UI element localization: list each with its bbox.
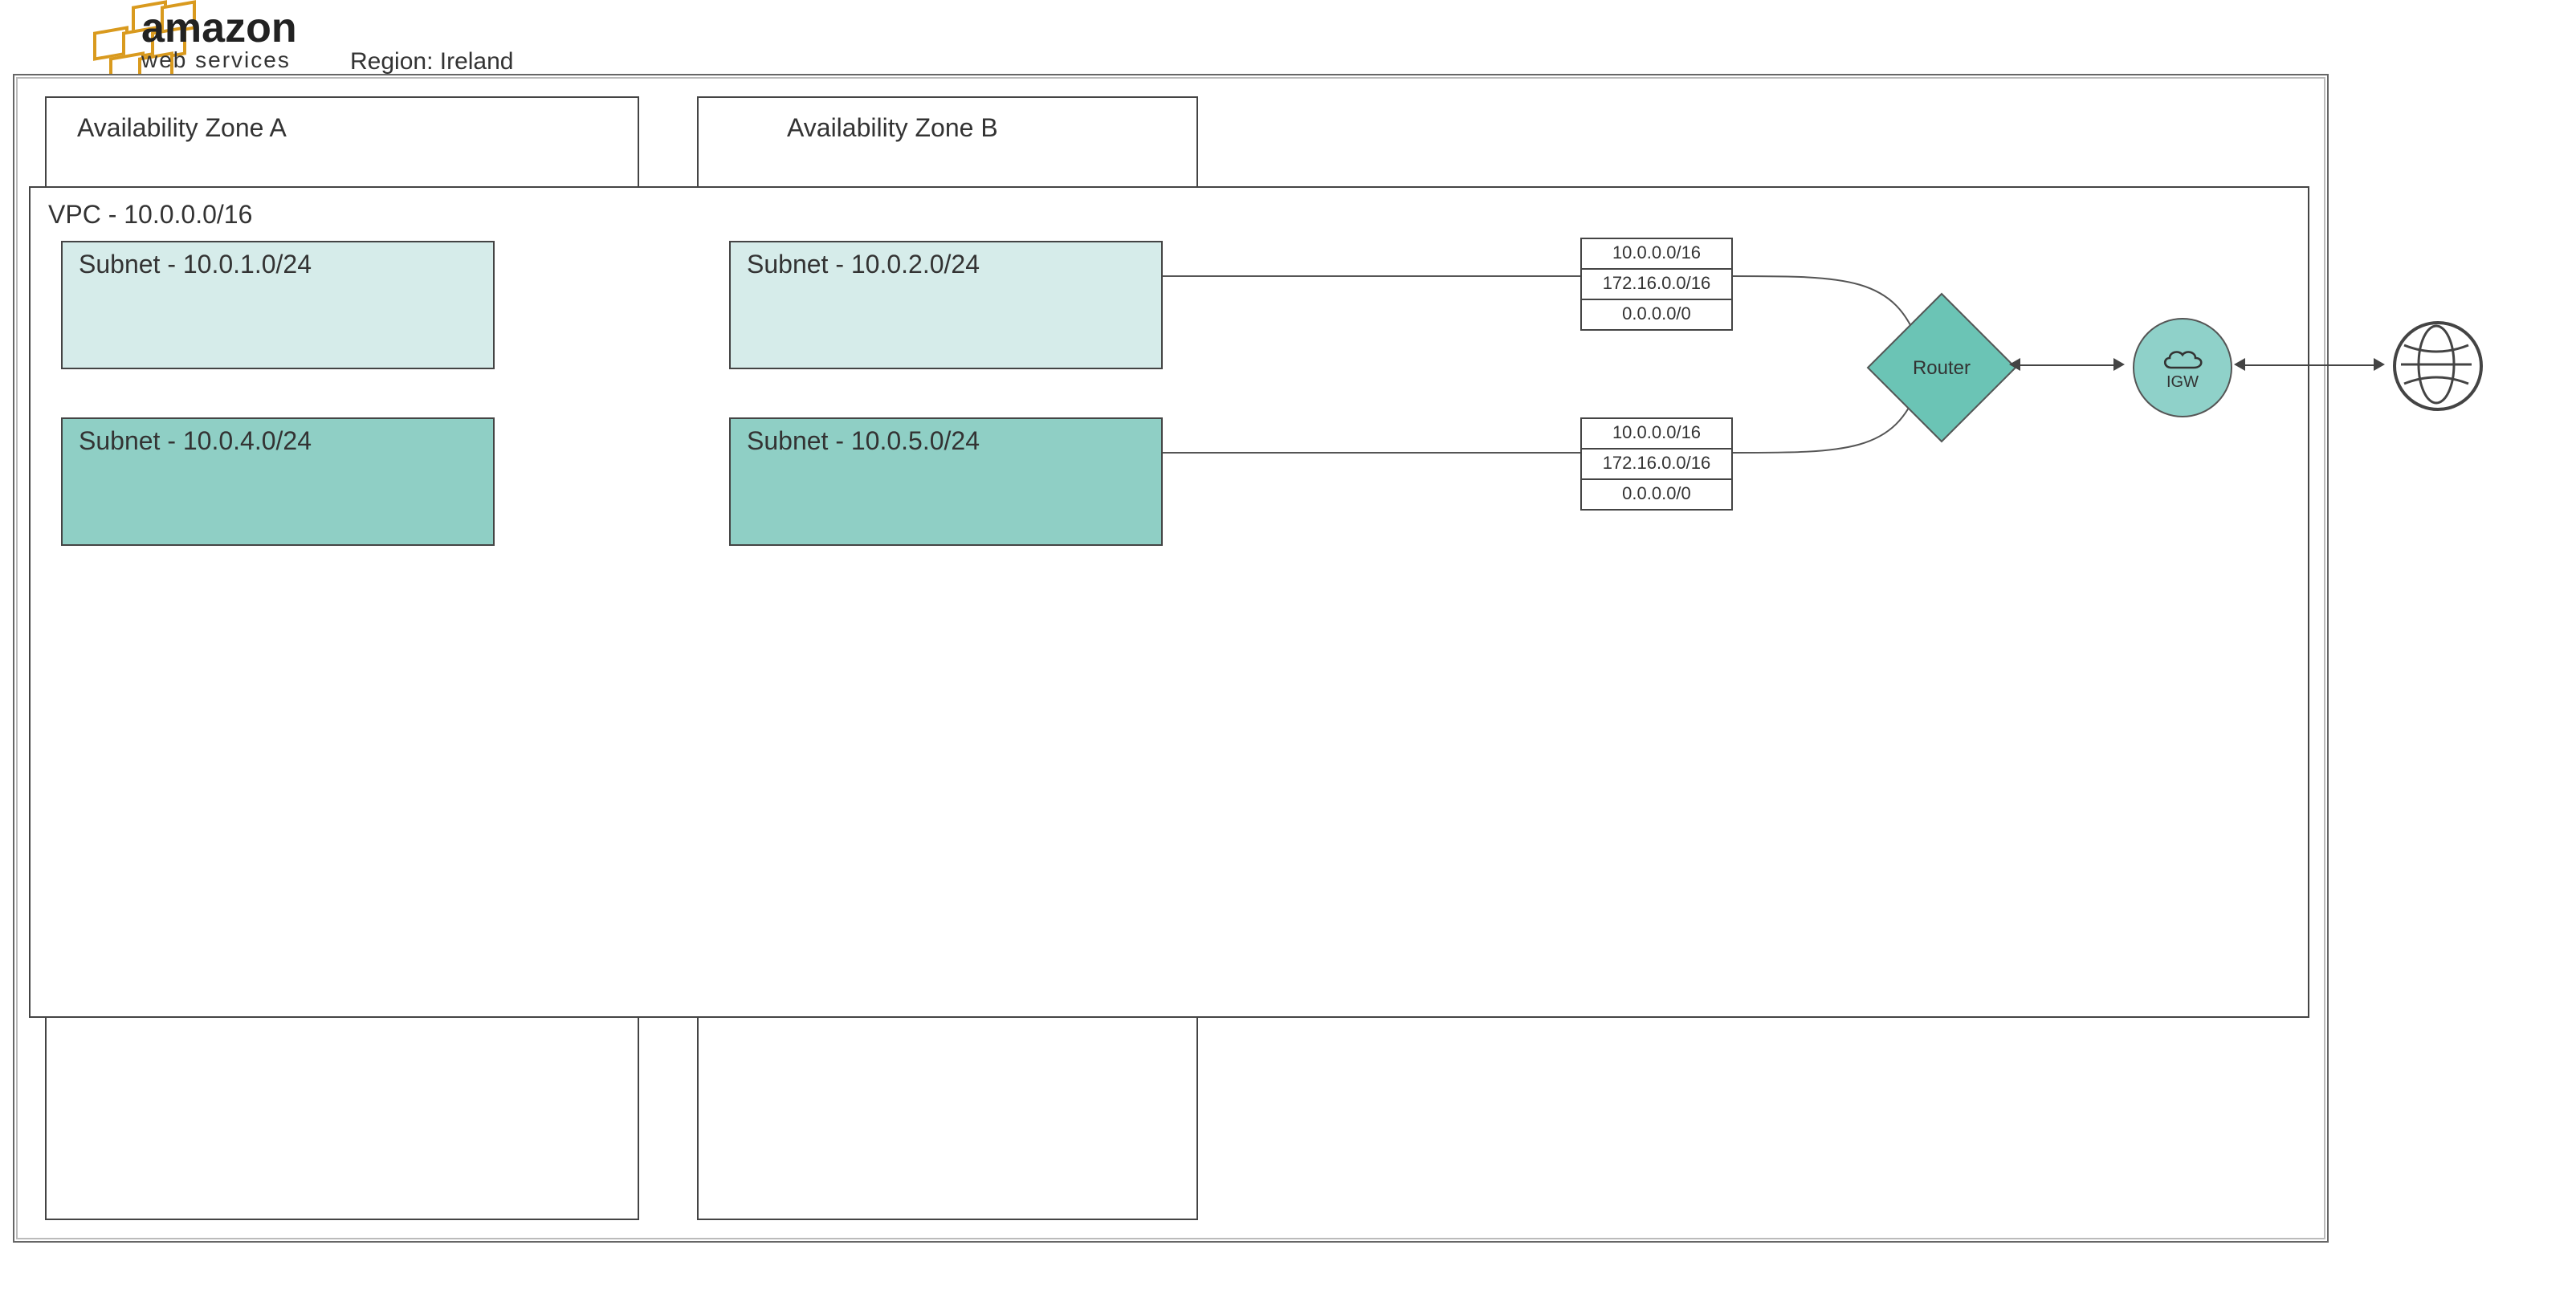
rt-top-row-1: 10.0.0.0/16 [1582,239,1731,270]
az-a-label: Availability Zone A [77,116,287,144]
subnet-a1: Subnet - 10.0.1.0/24 [61,241,495,369]
brand-line-2: web services [141,47,297,73]
az-b-label: Availability Zone B [787,116,998,144]
arrow-igw-globe [2242,364,2377,366]
aws-brand-text: amazon web services [141,10,297,73]
region-label: Region: Ireland [350,48,514,75]
igw-label: IGW [2166,373,2199,391]
route-table-bottom: 10.0.0.0/16 172.16.0.0/16 0.0.0.0/0 [1580,417,1733,511]
router-label: Router [1913,356,1971,379]
igw-node: IGW [2133,318,2232,417]
rt-bot-row-3: 0.0.0.0/0 [1582,480,1731,509]
rt-top-row-3: 0.0.0.0/0 [1582,300,1731,329]
arrow-router-igw [2017,364,2117,366]
globe-icon [2393,321,2483,411]
vpc-label: VPC - 10.0.0.0/16 [48,202,252,231]
diagram-canvas: amazon web services Region: Ireland Avai… [0,0,2576,1294]
cloud-icon [2160,344,2205,373]
subnet-b2: Subnet - 10.0.5.0/24 [729,417,1163,546]
route-table-top: 10.0.0.0/16 172.16.0.0/16 0.0.0.0/0 [1580,238,1733,331]
rt-bot-row-2: 172.16.0.0/16 [1582,450,1731,480]
subnet-b1: Subnet - 10.0.2.0/24 [729,241,1163,369]
subnet-a2: Subnet - 10.0.4.0/24 [61,417,495,546]
rt-bot-row-1: 10.0.0.0/16 [1582,419,1731,450]
brand-line-1: amazon [141,10,297,47]
rt-top-row-2: 172.16.0.0/16 [1582,270,1731,300]
